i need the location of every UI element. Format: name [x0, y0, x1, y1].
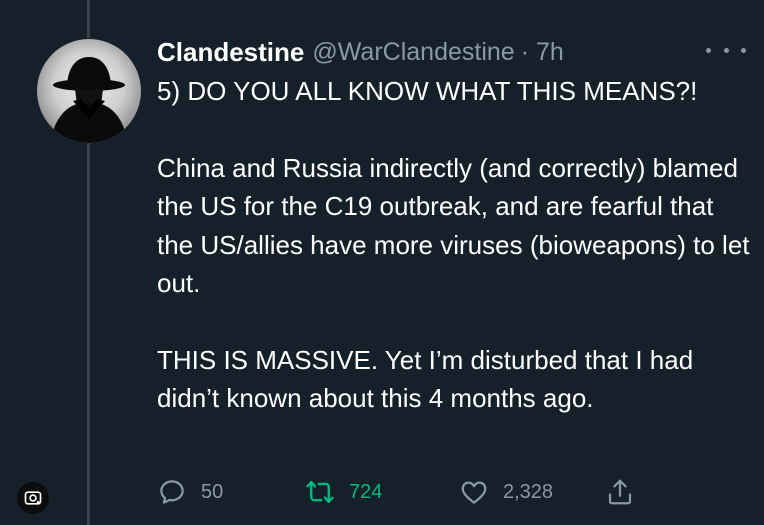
tweet-paragraph: THIS IS MASSIVE. Yet I’m disturbed that … [157, 344, 694, 414]
reply-count: 50 [201, 480, 224, 503]
retweet-button[interactable]: 724 [305, 472, 382, 512]
reply-icon [160, 480, 184, 504]
like-button[interactable]: 2,328 [459, 472, 553, 512]
thread-line-top [87, 0, 90, 38]
lens-icon[interactable] [17, 482, 49, 514]
author-name[interactable]: Clandestine [157, 37, 304, 68]
avatar[interactable] [37, 39, 141, 143]
like-count: 2,328 [503, 480, 554, 503]
tweet-text: 5) DO YOU ALL KNOW WHAT THIS MEANS?! Chi… [157, 72, 752, 418]
tweet-time[interactable]: · 7h [521, 38, 564, 67]
more-icon[interactable] [706, 40, 746, 60]
retweet-icon [306, 480, 334, 504]
like-icon [461, 481, 487, 504]
tweet-header: Clandestine @WarClandestine · 7h [157, 34, 564, 70]
tweet-paragraph: 5) DO YOU ALL KNOW WHAT THIS MEANS?! [157, 76, 698, 106]
avatar-silhouette [51, 57, 127, 143]
share-icon [608, 479, 632, 505]
author-handle[interactable]: @WarClandestine [312, 38, 514, 67]
tweet-paragraph: China and Russia indirectly (and correct… [157, 152, 750, 299]
tweet-actions: 50 724 2,328 [157, 472, 757, 512]
reply-button[interactable]: 50 [157, 472, 223, 512]
thread-line-bottom [87, 142, 90, 525]
share-button[interactable] [605, 472, 635, 512]
lens-glyph [24, 491, 42, 505]
retweet-count: 724 [349, 480, 383, 503]
